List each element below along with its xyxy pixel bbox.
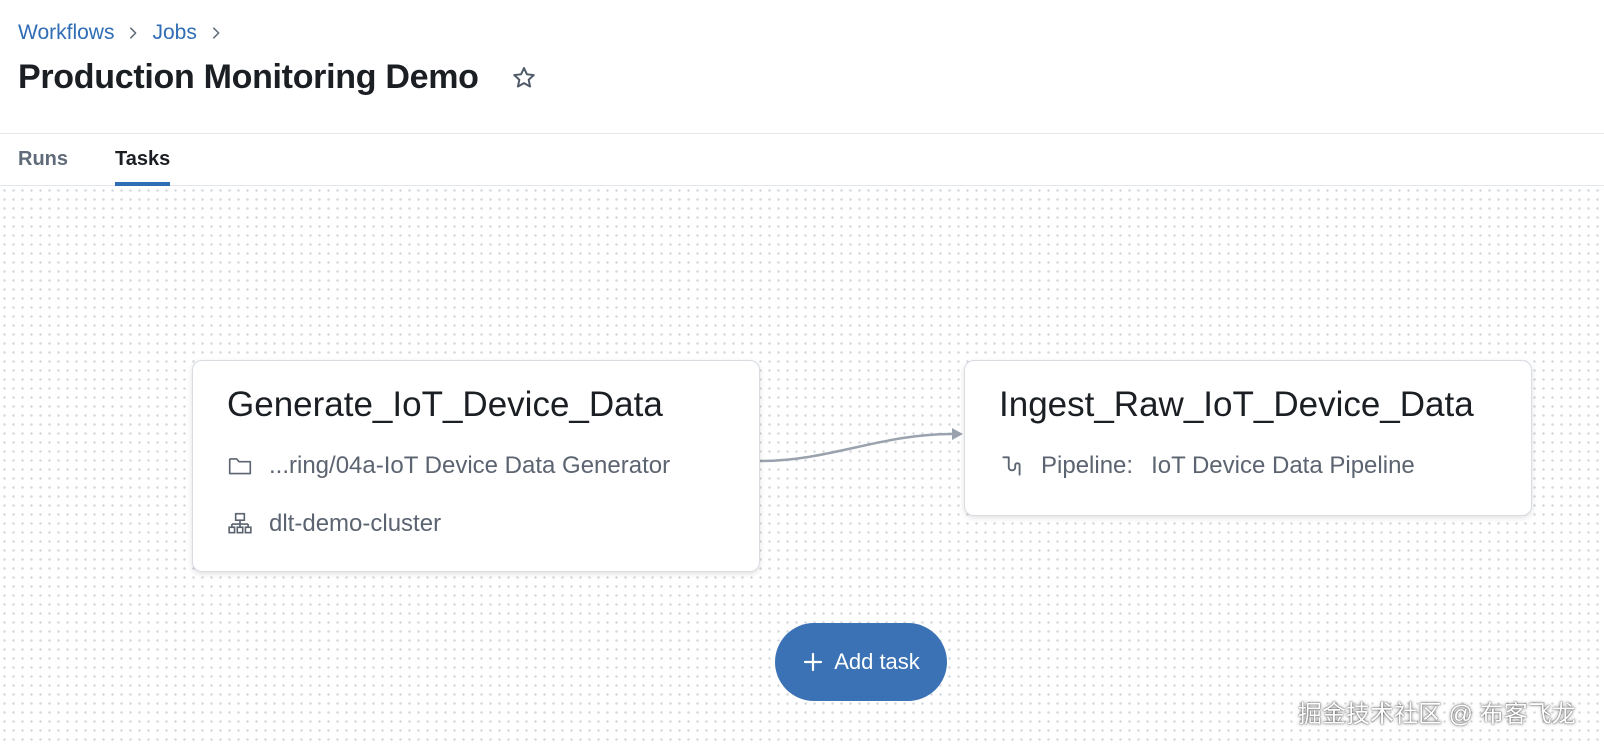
watermark: 掘金技术社区 @ 布客飞龙	[1298, 701, 1576, 728]
favorite-button[interactable]	[509, 63, 539, 93]
chevron-right-icon	[114, 26, 152, 40]
breadcrumb: Workflows Jobs	[18, 21, 223, 45]
task-name: Generate_IoT_Device_Data	[227, 385, 663, 424]
task-cluster-row: dlt-demo-cluster	[225, 509, 441, 539]
breadcrumb-workflows-link[interactable]: Workflows	[18, 21, 114, 45]
page-title: Production Monitoring Demo	[18, 58, 479, 96]
task-name: Ingest_Raw_IoT_Device_Data	[999, 385, 1474, 424]
task-graph-canvas[interactable]: Generate_IoT_Device_Data ...ring/04a-IoT…	[0, 186, 1604, 745]
page-header: Workflows Jobs Production Monitoring Dem…	[0, 0, 1604, 134]
plus-icon	[802, 651, 824, 673]
task-card-ingest[interactable]: Ingest_Raw_IoT_Device_Data Pipeline: IoT…	[964, 360, 1532, 516]
task-pipeline-row: Pipeline: IoT Device Data Pipeline	[997, 451, 1415, 481]
task-pipeline-label: Pipeline:	[1041, 452, 1134, 479]
add-task-button[interactable]: Add task	[775, 623, 947, 701]
task-cluster-name: dlt-demo-cluster	[269, 510, 442, 537]
job-page: Workflows Jobs Production Monitoring Dem…	[0, 0, 1604, 745]
task-pipeline-name: IoT Device Data Pipeline	[1151, 452, 1415, 479]
star-icon	[512, 66, 535, 88]
folder-icon	[225, 451, 255, 481]
task-notebook-path: ...ring/04a-IoT Device Data Generator	[269, 452, 671, 479]
pipeline-icon	[997, 451, 1027, 481]
breadcrumb-jobs-link[interactable]: Jobs	[152, 21, 196, 45]
chevron-right-icon	[197, 26, 223, 40]
title-row: Production Monitoring Demo	[18, 58, 539, 97]
tab-tasks[interactable]: Tasks	[115, 148, 171, 186]
task-card-generate[interactable]: Generate_IoT_Device_Data ...ring/04a-IoT…	[192, 360, 760, 572]
tab-runs[interactable]: Runs	[18, 148, 68, 182]
add-task-label: Add task	[834, 649, 920, 674]
task-notebook-path-row: ...ring/04a-IoT Device Data Generator	[225, 451, 670, 481]
tab-bar: Runs Tasks	[0, 134, 1604, 186]
cluster-icon	[225, 509, 255, 539]
